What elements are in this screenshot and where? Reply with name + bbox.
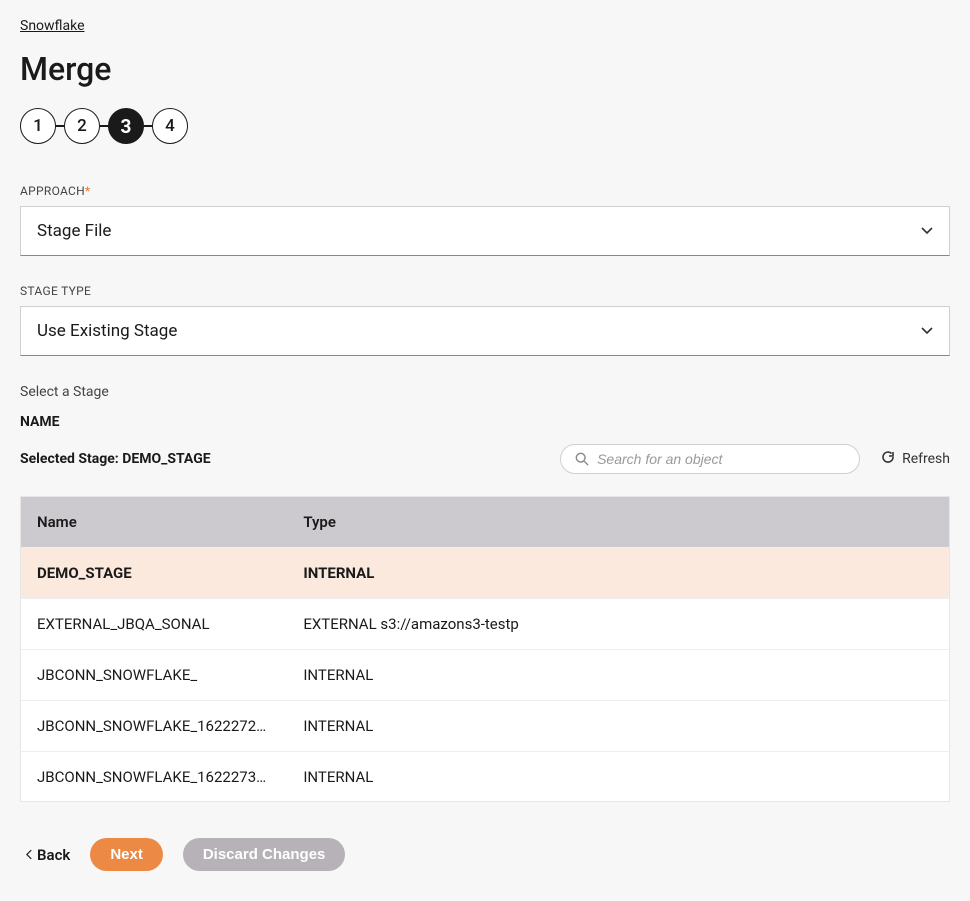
step-connector <box>144 125 152 127</box>
name-label: NAME <box>20 414 950 430</box>
discard-button[interactable]: Discard Changes <box>183 838 346 871</box>
row-name: JBCONN_SNOWFLAKE_ <box>21 650 287 700</box>
row-type: INTERNAL <box>287 752 949 801</box>
step-1[interactable]: 1 <box>20 108 56 144</box>
search-icon <box>575 452 589 466</box>
row-name: JBCONN_SNOWFLAKE_1622272828... <box>21 701 287 751</box>
approach-value: Stage File <box>37 221 111 241</box>
table-row[interactable]: JBCONN_SNOWFLAKE_1622272828...INTERNAL <box>21 700 949 751</box>
approach-label: APPROACH* <box>20 184 950 198</box>
table-header: Name Type <box>21 497 949 547</box>
chevron-down-icon <box>921 327 933 335</box>
table-row[interactable]: EXTERNAL_JBQA_SONALEXTERNAL s3://amazons… <box>21 598 949 649</box>
back-label: Back <box>37 846 70 864</box>
page-title: Merge <box>20 50 950 88</box>
table-row[interactable]: JBCONN_SNOWFLAKE_1622273060...INTERNAL <box>21 751 949 801</box>
refresh-label: Refresh <box>902 451 950 467</box>
search-input[interactable] <box>597 451 845 467</box>
search-box[interactable] <box>560 444 860 474</box>
approach-select[interactable]: Stage File <box>20 206 950 256</box>
row-type: INTERNAL <box>287 701 949 751</box>
selected-stage: Selected Stage: DEMO_STAGE <box>20 451 211 467</box>
step-connector <box>100 125 108 127</box>
row-type: INTERNAL <box>287 548 949 598</box>
refresh-icon <box>880 449 896 469</box>
stage-table: Name Type DEMO_STAGEINTERNALEXTERNAL_JBQ… <box>20 496 950 802</box>
step-connector <box>56 125 64 127</box>
step-4[interactable]: 4 <box>152 108 188 144</box>
chevron-down-icon <box>921 227 933 235</box>
row-name: JBCONN_SNOWFLAKE_1622273060... <box>21 752 287 801</box>
table-header-type: Type <box>287 497 949 547</box>
chevron-left-icon <box>26 846 33 864</box>
select-stage-label: Select a Stage <box>20 384 950 400</box>
stage-type-select[interactable]: Use Existing Stage <box>20 306 950 356</box>
table-header-name: Name <box>21 497 287 547</box>
stepper: 1234 <box>20 108 950 144</box>
step-3[interactable]: 3 <box>108 108 144 144</box>
row-name: DEMO_STAGE <box>21 548 287 598</box>
back-button[interactable]: Back <box>26 846 70 864</box>
row-type: EXTERNAL s3://amazons3-testp <box>287 599 949 649</box>
step-2[interactable]: 2 <box>64 108 100 144</box>
table-row[interactable]: DEMO_STAGEINTERNAL <box>21 547 949 598</box>
row-type: INTERNAL <box>287 650 949 700</box>
next-button[interactable]: Next <box>90 838 163 871</box>
table-row[interactable]: JBCONN_SNOWFLAKE_INTERNAL <box>21 649 949 700</box>
breadcrumb[interactable]: Snowflake <box>20 18 85 34</box>
row-name: EXTERNAL_JBQA_SONAL <box>21 599 287 649</box>
stage-type-value: Use Existing Stage <box>37 321 177 341</box>
refresh-button[interactable]: Refresh <box>880 449 950 469</box>
stage-type-label: STAGE TYPE <box>20 284 950 298</box>
